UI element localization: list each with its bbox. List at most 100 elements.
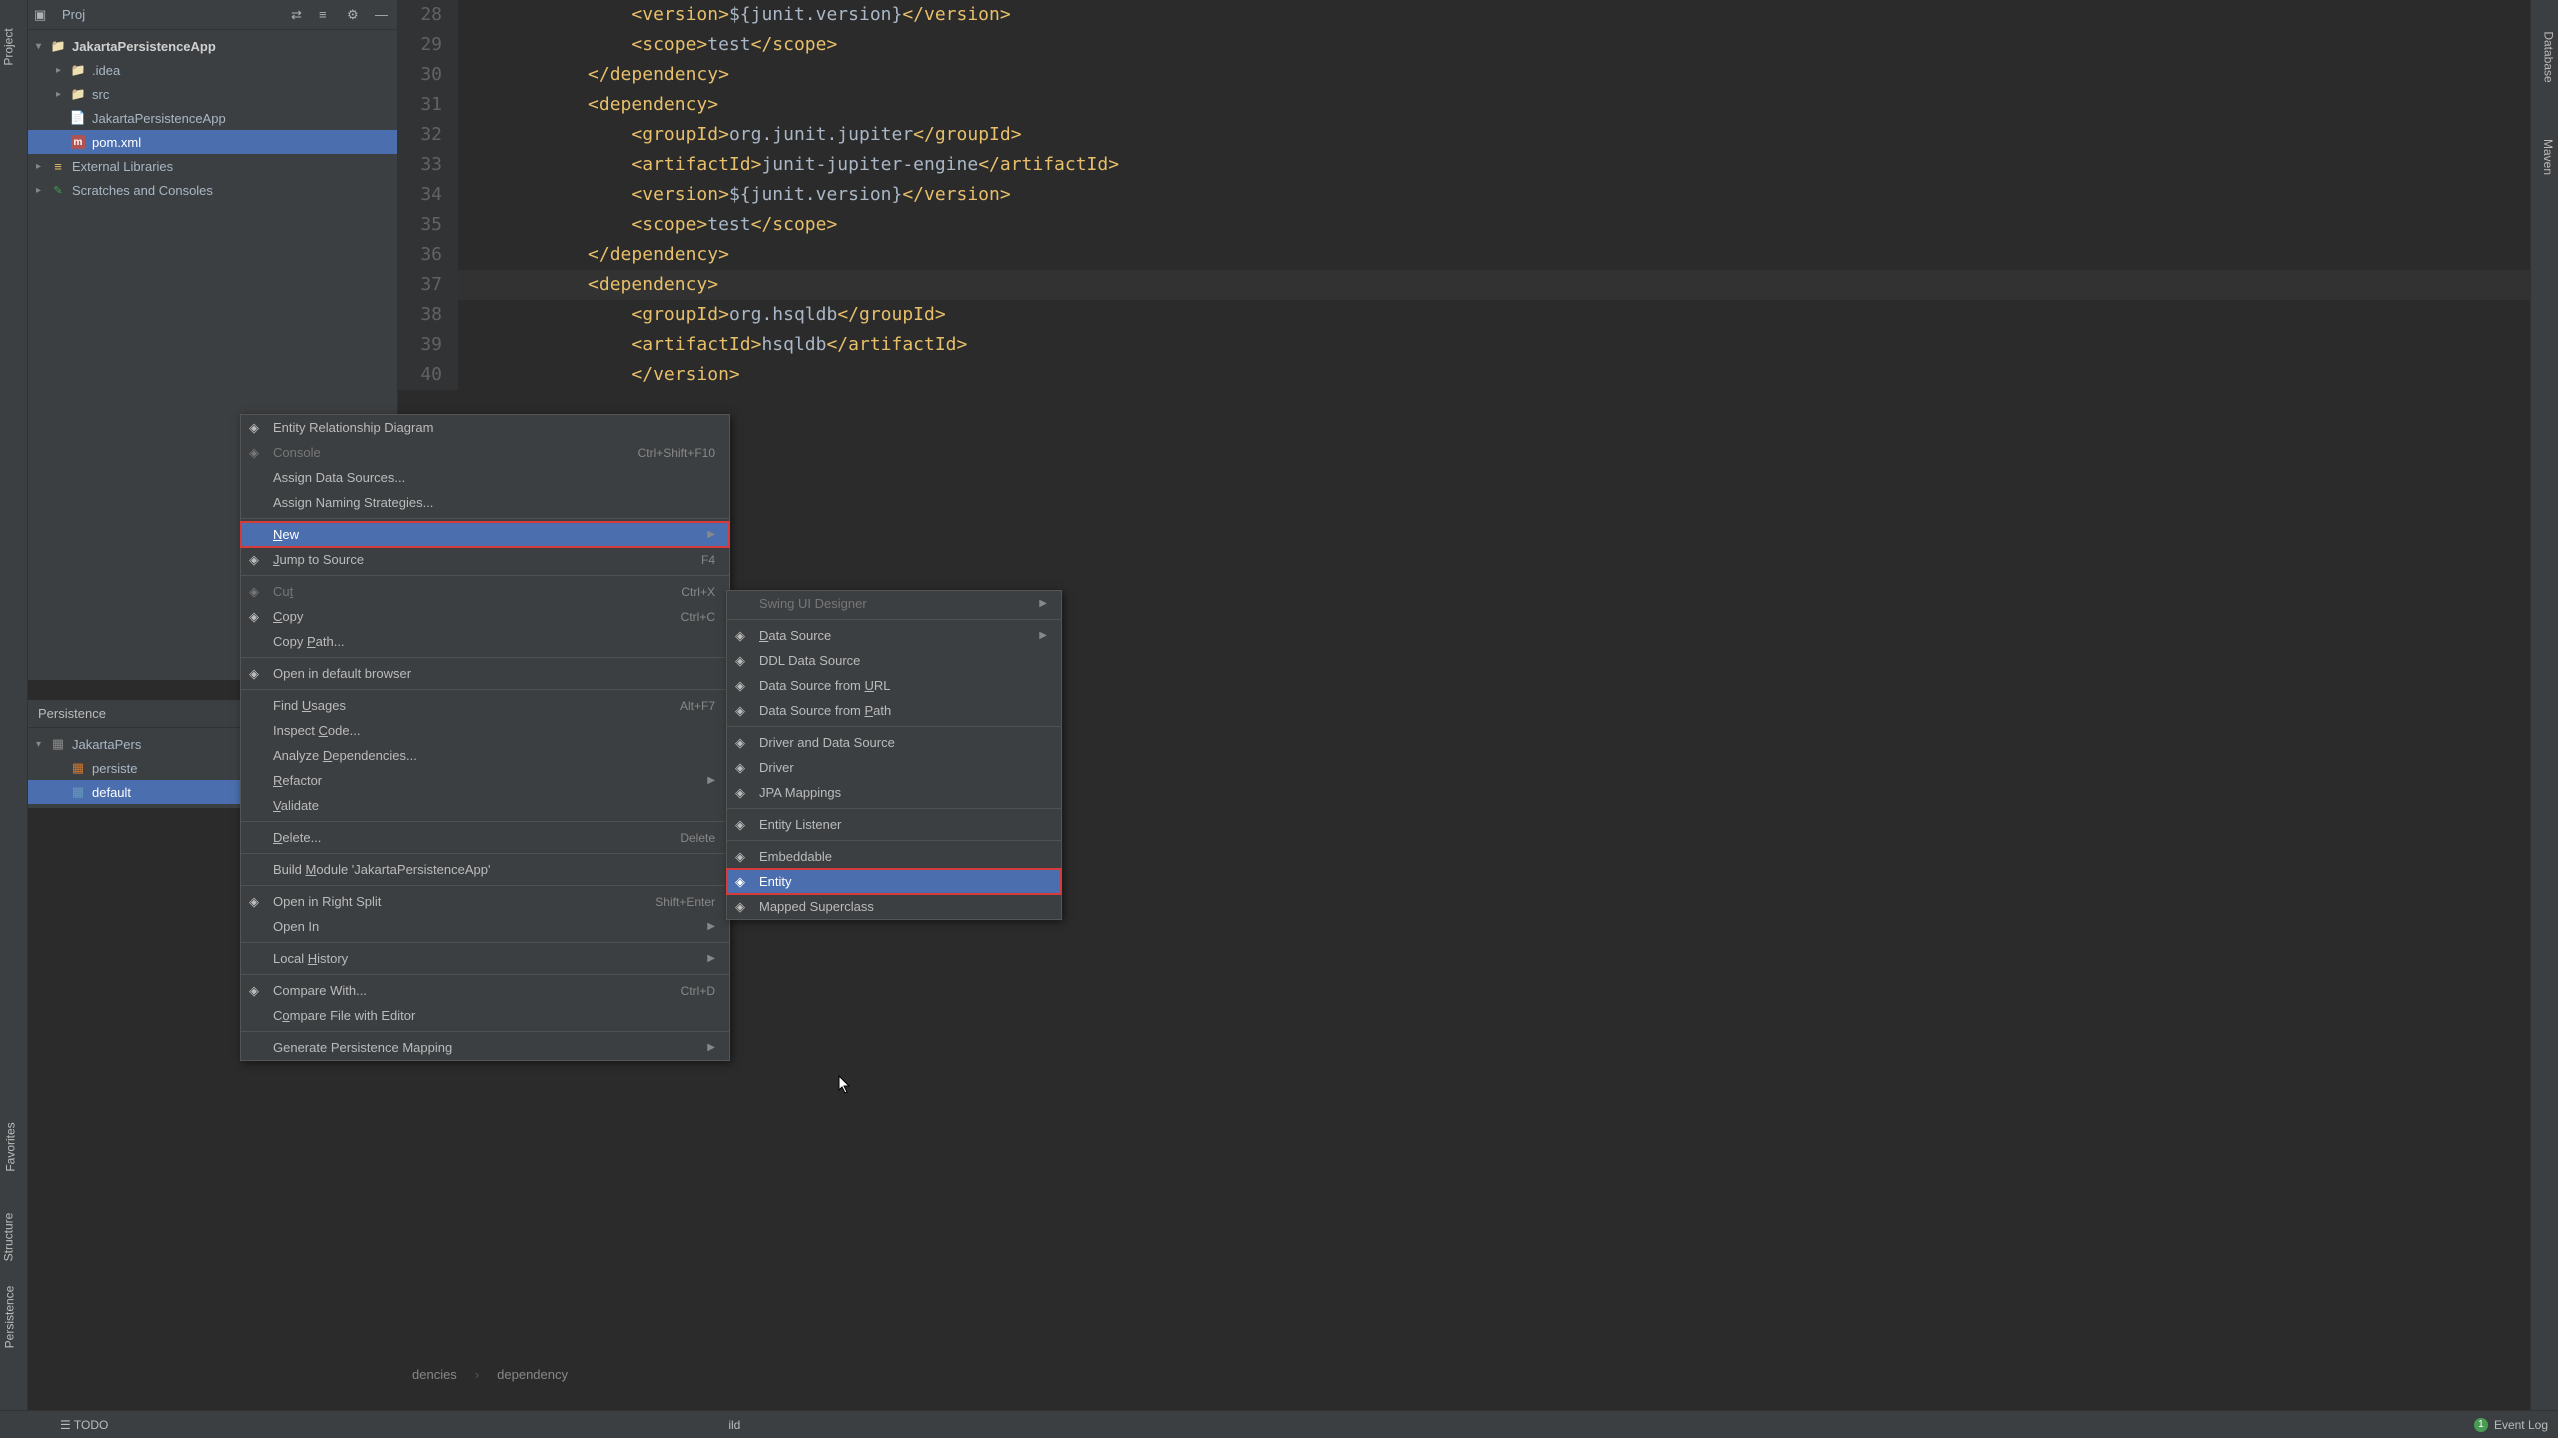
blank-icon <box>249 1040 267 1056</box>
hide-icon[interactable]: — <box>375 7 391 23</box>
menu-item-data-source-from-path[interactable]: ◈Data Source from Path <box>727 698 1061 723</box>
menu-item-console: ◈ConsoleCtrl+Shift+F10 <box>241 440 729 465</box>
menu-item-embeddable[interactable]: ◈Embeddable <box>727 844 1061 869</box>
menu-item-driver-and-data-source[interactable]: ◈Driver and Data Source <box>727 730 1061 755</box>
compare-icon: ◈ <box>249 983 267 999</box>
menu-item-swing-ui-designer: Swing UI Designer▶ <box>727 591 1061 616</box>
menu-item-new[interactable]: New▶ <box>241 522 729 547</box>
breadcrumb-separator: › <box>475 1367 479 1382</box>
breadcrumb-item[interactable]: dependency <box>497 1367 568 1382</box>
menu-item-entity-listener[interactable]: ◈Entity Listener <box>727 812 1061 837</box>
event-count-badge: 1 <box>2474 1418 2488 1432</box>
settings-icon[interactable]: ⚙ <box>347 7 363 23</box>
split-icon: ◈ <box>249 894 267 910</box>
editor-breadcrumb[interactable]: dencies › dependency <box>398 1361 582 1388</box>
project-tree[interactable]: ▾JakartaPersistenceApp▸.idea▸src📄Jakarta… <box>28 30 397 206</box>
right-tool-strip: Database Maven <box>2530 0 2558 1438</box>
driver-icon: ◈ <box>735 760 753 776</box>
blank-icon <box>249 919 267 935</box>
project-panel-header: ▣ Proj ⇄ ≡ ⚙ — <box>28 0 397 30</box>
cut-icon: ◈ <box>249 584 267 600</box>
select-opened-icon[interactable]: ⇄ <box>291 7 307 23</box>
database-tool-tab[interactable]: Database <box>2541 31 2555 82</box>
menu-item-jump-to-source[interactable]: ◈Jump to SourceF4 <box>241 547 729 572</box>
menu-item-cut: ◈CutCtrl+X <box>241 579 729 604</box>
favorites-tool-tab[interactable]: Favorites <box>4 1122 18 1171</box>
menu-item-open-in[interactable]: Open In▶ <box>241 914 729 939</box>
blank-icon <box>249 527 267 543</box>
structure-tool-tab[interactable]: Structure <box>1 1213 15 1262</box>
tree-item[interactable]: mpom.xml <box>28 130 397 154</box>
menu-item-ddl-data-source[interactable]: ◈DDL Data Source <box>727 648 1061 673</box>
editor-gutter[interactable]: 28293031323334353637383940 <box>398 0 458 390</box>
blank-icon <box>249 1008 267 1024</box>
menu-item-compare-with[interactable]: ◈Compare With...Ctrl+D <box>241 978 729 1003</box>
blank-icon <box>735 596 753 612</box>
menu-item-delete[interactable]: Delete...Delete <box>241 825 729 850</box>
editor-code[interactable]: <version>${junit.version}</version> <sco… <box>458 0 2530 390</box>
expand-all-icon[interactable]: ≡ <box>319 7 335 23</box>
db-url-icon: ◈ <box>735 678 753 694</box>
driver-icon: ◈ <box>735 735 753 751</box>
menu-item-assign-data-sources[interactable]: Assign Data Sources... <box>241 465 729 490</box>
menu-item-assign-naming-strategies[interactable]: Assign Naming Strategies... <box>241 490 729 515</box>
breadcrumb-item[interactable]: dencies <box>412 1367 457 1382</box>
share-icon: ◈ <box>249 420 267 436</box>
menu-item-inspect-code[interactable]: Inspect Code... <box>241 718 729 743</box>
menu-item-driver[interactable]: ◈Driver <box>727 755 1061 780</box>
menu-item-mapped-superclass[interactable]: ◈Mapped Superclass <box>727 894 1061 919</box>
tree-item[interactable]: ▸External Libraries <box>28 154 397 178</box>
menu-item-jpa-mappings[interactable]: ◈JPA Mappings <box>727 780 1061 805</box>
menu-item-validate[interactable]: Validate <box>241 793 729 818</box>
menu-item-entity[interactable]: ◈Entity <box>727 869 1061 894</box>
left-tool-strip: Project Structure Favorites Persistence <box>0 0 28 1438</box>
tree-item[interactable]: 📄JakartaPersistenceApp <box>28 106 397 130</box>
blank-icon <box>249 773 267 789</box>
menu-item-find-usages[interactable]: Find UsagesAlt+F7 <box>241 693 729 718</box>
todo-tool-button[interactable]: ☰ TODO <box>60 1418 108 1432</box>
db-icon: ◈ <box>735 628 753 644</box>
menu-item-copy-path[interactable]: Copy Path... <box>241 629 729 654</box>
blank-icon <box>249 830 267 846</box>
db-path-icon: ◈ <box>735 703 753 719</box>
mapped-icon: ◈ <box>735 899 753 915</box>
copy-icon: ◈ <box>249 609 267 625</box>
menu-item-open-in-default-browser[interactable]: ◈Open in default browser <box>241 661 729 686</box>
tree-item[interactable]: ▸Scratches and Consoles <box>28 178 397 202</box>
embed-icon: ◈ <box>735 849 753 865</box>
project-panel-title: Proj <box>62 7 85 22</box>
tree-item[interactable]: ▸src <box>28 82 397 106</box>
build-tool-button[interactable]: ild <box>728 1418 740 1432</box>
menu-item-entity-relationship-diagram[interactable]: ◈Entity Relationship Diagram <box>241 415 729 440</box>
blank-icon <box>249 634 267 650</box>
tree-item[interactable]: ▸.idea <box>28 58 397 82</box>
tree-item[interactable]: ▾JakartaPersistenceApp <box>28 34 397 58</box>
blank-icon <box>249 698 267 714</box>
event-log-button[interactable]: Event Log <box>2494 1418 2548 1432</box>
pencil-icon: ◈ <box>249 552 267 568</box>
menu-item-compare-file-with-editor[interactable]: Compare File with Editor <box>241 1003 729 1028</box>
new-submenu: Swing UI Designer▶ ◈Data Source▶◈DDL Data… <box>726 590 1062 920</box>
menu-item-data-source-from-url[interactable]: ◈Data Source from URL <box>727 673 1061 698</box>
blank-icon <box>249 723 267 739</box>
blank-icon <box>249 798 267 814</box>
menu-item-copy[interactable]: ◈CopyCtrl+C <box>241 604 729 629</box>
menu-item-analyze-dependencies[interactable]: Analyze Dependencies... <box>241 743 729 768</box>
project-view-icon[interactable]: ▣ <box>34 7 50 23</box>
menu-item-build-module-jakartapersistenceapp[interactable]: Build Module 'JakartaPersistenceApp' <box>241 857 729 882</box>
menu-item-generate-persistence-mapping[interactable]: Generate Persistence Mapping▶ <box>241 1035 729 1060</box>
menu-item-refactor[interactable]: Refactor▶ <box>241 768 729 793</box>
entity-icon: ◈ <box>735 874 753 890</box>
blank-icon <box>249 951 267 967</box>
jpa-icon: ◈ <box>735 785 753 801</box>
blank-icon <box>249 495 267 511</box>
globe-icon: ◈ <box>249 666 267 682</box>
maven-tool-tab[interactable]: Maven <box>2541 139 2555 175</box>
project-tool-tab[interactable]: Project <box>2 28 16 65</box>
persistence-tool-tab[interactable]: Persistence <box>2 1286 16 1349</box>
listener-icon: ◈ <box>735 817 753 833</box>
menu-item-data-source[interactable]: ◈Data Source▶ <box>727 623 1061 648</box>
menu-item-open-in-right-split[interactable]: ◈Open in Right SplitShift+Enter <box>241 889 729 914</box>
menu-item-local-history[interactable]: Local History▶ <box>241 946 729 971</box>
ddl-icon: ◈ <box>735 653 753 669</box>
